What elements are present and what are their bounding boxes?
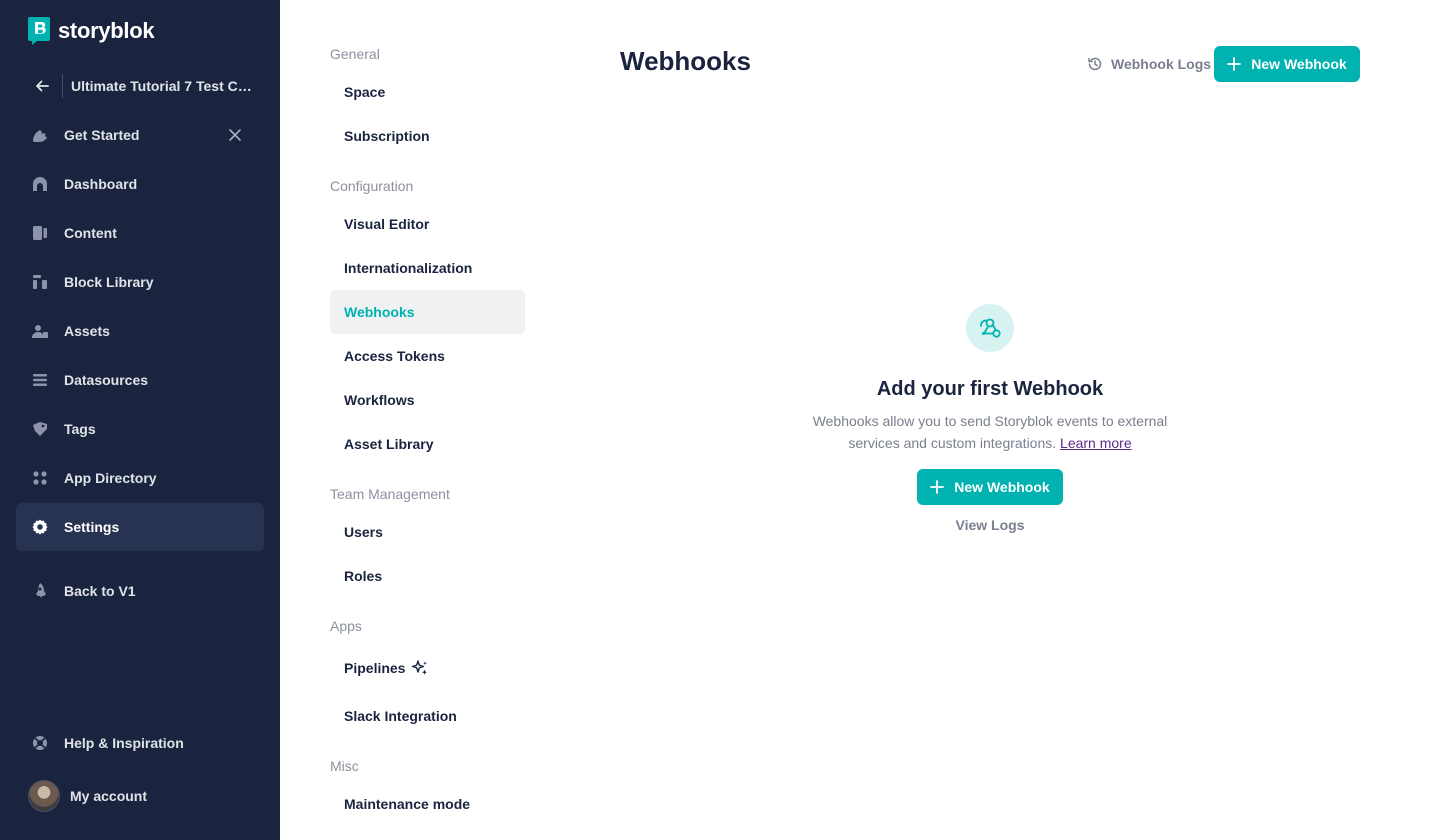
sidebar-item-label: Datasources (64, 372, 149, 388)
settings-item-maintenance-mode[interactable]: Maintenance mode (330, 782, 525, 826)
sidebar-item-assets[interactable]: Assets (16, 307, 264, 355)
new-webhook-label: New Webhook (954, 479, 1050, 495)
new-webhook-button-center[interactable]: New Webhook (917, 469, 1063, 505)
learn-more-link[interactable]: Learn more (1060, 435, 1132, 451)
sidebar-item-label: Get Started (64, 127, 140, 143)
content-icon (30, 223, 50, 243)
empty-state-description: Webhooks allow you to send Storyblok eve… (790, 410, 1190, 454)
sidebar-item-label: Dashboard (64, 176, 138, 192)
settings-item-workflows[interactable]: Workflows (330, 378, 525, 422)
sidebar-item-label: Tags (64, 421, 96, 437)
sidebar-item-help[interactable]: Help & Inspiration (16, 719, 264, 767)
settings-item-visual-editor[interactable]: Visual Editor (330, 202, 525, 246)
block-library-icon (30, 272, 50, 292)
getting-started-icon (30, 125, 50, 145)
new-webhook-button[interactable]: New Webhook (1214, 46, 1360, 82)
assets-icon (30, 321, 50, 341)
webhook-logs-label: Webhook Logs (1111, 56, 1212, 72)
settings-item-subscription[interactable]: Subscription (330, 114, 525, 158)
view-logs-link[interactable]: View Logs (890, 517, 1090, 533)
sidebar-item-get-started[interactable]: Get Started (16, 111, 264, 159)
divider (62, 74, 63, 98)
sidebar-item-tags[interactable]: Tags (16, 405, 264, 453)
plus-icon (930, 480, 945, 494)
sidebar-item-label: App Directory (64, 470, 157, 486)
lifebuoy-icon (30, 733, 50, 753)
my-account[interactable]: My account (28, 780, 147, 812)
webhook-icon (966, 304, 1014, 352)
page-title: Webhooks (620, 46, 751, 76)
sidebar: storyblok Ultimate Tutorial 7 Test Ch...… (0, 0, 280, 840)
datasources-icon (30, 370, 50, 390)
webhook-logs-link[interactable]: Webhook Logs (1087, 52, 1211, 76)
settings-item-users[interactable]: Users (330, 510, 525, 554)
sidebar-item-label: Block Library (64, 274, 154, 290)
sidebar-item-back-to-v1[interactable]: Back to V1 (16, 567, 264, 615)
gear-icon (30, 517, 50, 537)
sidebar-item-app-directory[interactable]: App Directory (16, 454, 264, 502)
sidebar-item-label: Assets (64, 323, 110, 339)
settings-item-webhooks[interactable]: Webhooks (330, 290, 525, 334)
sidebar-item-label: Back to V1 (64, 583, 136, 599)
section-title-misc: Misc (330, 758, 359, 774)
account-label: My account (70, 788, 148, 804)
back-arrow-icon[interactable] (28, 70, 56, 102)
sidebar-item-content[interactable]: Content (16, 209, 264, 257)
avatar (28, 780, 60, 812)
dashboard-icon (30, 174, 50, 194)
sidebar-item-label: Help & Inspiration (64, 735, 184, 751)
storyblok-logo[interactable]: storyblok (28, 17, 155, 45)
sidebar-item-label: Content (64, 225, 117, 241)
history-icon (1088, 57, 1102, 71)
brand-name: storyblok (58, 18, 155, 43)
settings-item-pipelines[interactable]: Pipelines (330, 646, 525, 690)
tag-icon (30, 419, 50, 439)
settings-item-access-tokens[interactable]: Access Tokens (330, 334, 525, 378)
storyblok-logo-icon (28, 17, 50, 45)
sidebar-item-label: Settings (64, 519, 120, 535)
plus-icon (1227, 57, 1242, 71)
sparkle-icon (412, 660, 428, 675)
section-title-apps: Apps (330, 618, 362, 634)
settings-item-space[interactable]: Space (330, 70, 525, 114)
space-switcher[interactable]: Ultimate Tutorial 7 Test Ch... (28, 70, 260, 102)
sidebar-item-datasources[interactable]: Datasources (16, 356, 264, 404)
settings-item-slack-integration[interactable]: Slack Integration (330, 694, 525, 738)
apps-icon (30, 468, 50, 488)
rocket-icon (30, 581, 50, 601)
space-name: Ultimate Tutorial 7 Test Ch... (71, 78, 255, 94)
settings-item-internationalization[interactable]: Internationalization (330, 246, 525, 290)
close-icon[interactable] (226, 126, 244, 144)
section-title-configuration: Configuration (330, 178, 414, 194)
settings-item-asset-library[interactable]: Asset Library (330, 422, 525, 466)
empty-state-title: Add your first Webhook (876, 378, 1104, 400)
section-title-general: General (330, 46, 380, 62)
section-title-team-management: Team Management (330, 486, 450, 502)
new-webhook-label: New Webhook (1251, 56, 1347, 72)
settings-item-label: Pipelines (344, 660, 406, 676)
sidebar-item-settings[interactable]: Settings (16, 503, 264, 551)
settings-item-roles[interactable]: Roles (330, 554, 525, 598)
sidebar-item-dashboard[interactable]: Dashboard (16, 160, 264, 208)
sidebar-item-block-library[interactable]: Block Library (16, 258, 264, 306)
